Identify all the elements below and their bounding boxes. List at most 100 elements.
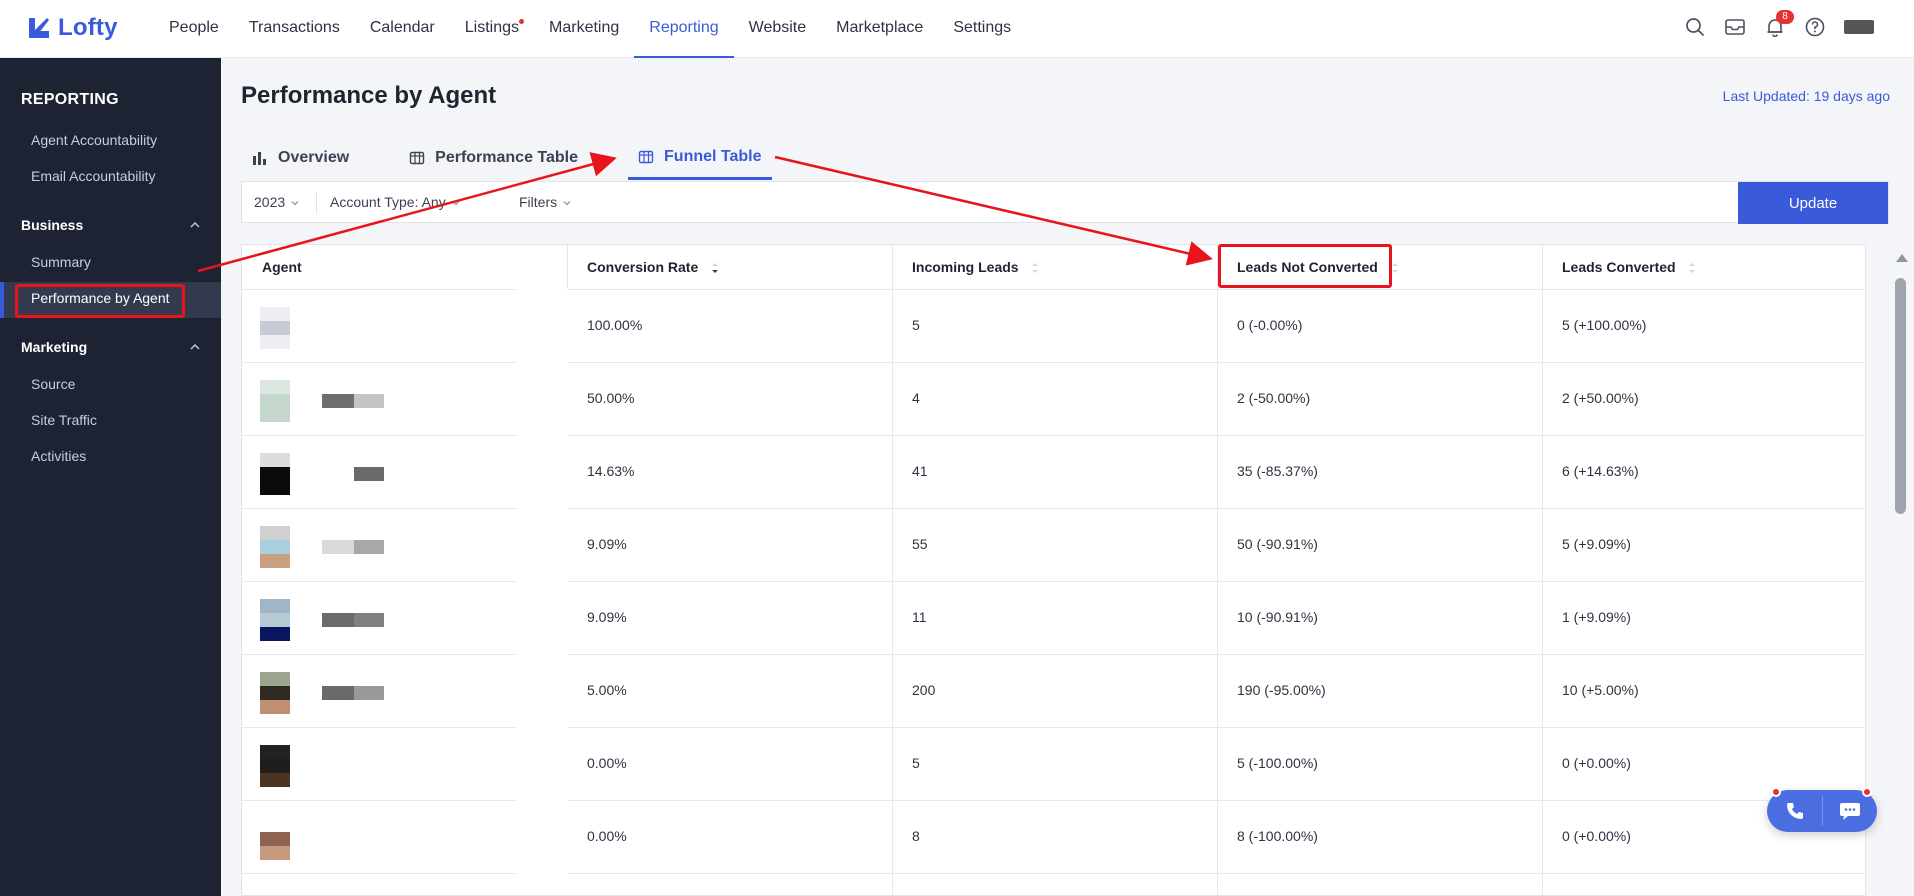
- nav-calendar[interactable]: Calendar: [355, 0, 450, 58]
- cell-incoming-leads: 4: [912, 390, 920, 406]
- phone-icon[interactable]: [1785, 801, 1805, 821]
- cell-leads-converted: 1 (+9.09%): [1562, 609, 1631, 625]
- vertical-scrollbar[interactable]: [1889, 248, 1914, 896]
- agent-avatar: [260, 307, 290, 349]
- profile-avatar[interactable]: [1844, 20, 1874, 34]
- cell-incoming-leads: 55: [912, 536, 928, 552]
- sort-icon: [1032, 263, 1039, 274]
- col-header-label: Leads Converted: [1562, 259, 1676, 275]
- tab-funnel-table[interactable]: Funnel Table: [628, 136, 772, 180]
- agent-name-redacted: [322, 613, 384, 627]
- redacted-block: [322, 613, 354, 627]
- agent-name-redacted: [322, 467, 384, 481]
- table-row[interactable]: 0.00% 8 8 (-100.00%) 0 (+0.00%): [242, 800, 1865, 874]
- col-header-incoming-leads[interactable]: Incoming Leads: [892, 245, 1040, 289]
- tab-overview[interactable]: Overview: [242, 136, 359, 180]
- cell-conversion-rate: 100.00%: [587, 317, 643, 333]
- table-row[interactable]: 50.00% 4 2 (-50.00%) 2 (+50.00%): [242, 362, 1865, 436]
- agent-avatar: [260, 672, 290, 714]
- cell-incoming-leads: 41: [912, 463, 928, 479]
- tab-label: Performance Table: [435, 149, 579, 166]
- col-header-leads-converted[interactable]: Leads Converted: [1542, 245, 1697, 289]
- sidebar-item-activities[interactable]: Activities: [31, 448, 86, 464]
- cell-leads-not-converted: 8 (-100.00%): [1237, 828, 1318, 844]
- cell-leads-not-converted: 0 (-0.00%): [1237, 317, 1303, 333]
- cell-leads-converted: 6 (+14.63%): [1562, 463, 1639, 479]
- avatar-segment: [260, 773, 290, 787]
- logo[interactable]: Lofty: [26, 14, 118, 42]
- cell-leads-not-converted: 190 (-95.00%): [1237, 682, 1326, 698]
- notification-bell-icon[interactable]: 8: [1764, 10, 1794, 38]
- avatar-segment: [260, 453, 290, 467]
- sidebar-item-email-accountability[interactable]: Email Accountability: [31, 168, 156, 184]
- page-title: Performance by Agent: [241, 82, 497, 109]
- avatar-segment: [260, 467, 290, 481]
- new-indicator-dot: [519, 19, 525, 24]
- sidebar-item-agent-accountability[interactable]: Agent Accountability: [31, 132, 157, 148]
- update-button[interactable]: Update: [1738, 182, 1888, 224]
- table-row[interactable]: 9.09% 11 10 (-90.91%) 1 (+9.09%): [242, 581, 1865, 655]
- logo-text: Lofty: [58, 14, 118, 41]
- cell-conversion-rate: 9.09%: [587, 609, 627, 625]
- redacted-block: [354, 467, 384, 481]
- annotation-highlight-box: [15, 284, 185, 318]
- cell-leads-not-converted: 2 (-50.00%): [1237, 390, 1311, 406]
- redacted-block: [322, 686, 354, 700]
- agent-name-redacted: [322, 540, 384, 554]
- sidebar-section-marketing[interactable]: Marketing: [21, 339, 201, 355]
- col-header-label: Conversion Rate: [587, 259, 699, 275]
- col-header-conversion-rate[interactable]: Conversion Rate: [567, 245, 720, 289]
- agent-name-redacted: [322, 686, 384, 700]
- avatar-segment: [260, 307, 290, 321]
- inbox-icon[interactable]: [1724, 16, 1746, 38]
- nav-website[interactable]: Website: [734, 0, 822, 58]
- nav-marketing[interactable]: Marketing: [534, 0, 634, 58]
- help-icon[interactable]: [1804, 16, 1826, 38]
- scroll-up-arrow-icon[interactable]: [1896, 254, 1908, 262]
- cell-incoming-leads: 5: [912, 317, 920, 333]
- table-row[interactable]: 0.00% 5 5 (-100.00%) 0 (+0.00%): [242, 727, 1865, 801]
- redacted-block: [354, 540, 384, 554]
- nav-marketplace[interactable]: Marketplace: [821, 0, 938, 58]
- sidebar-section-business[interactable]: Business: [21, 217, 201, 233]
- agent-avatar: [260, 380, 290, 422]
- search-icon[interactable]: [1684, 16, 1706, 38]
- tab-performance-table[interactable]: Performance Table: [399, 136, 588, 180]
- nav-transactions[interactable]: Transactions: [234, 0, 355, 58]
- avatar-segment: [260, 759, 290, 773]
- scrollbar-thumb[interactable]: [1895, 278, 1906, 514]
- nav-reporting[interactable]: Reporting: [634, 0, 734, 58]
- nav-listings[interactable]: Listings: [450, 0, 534, 58]
- year-select[interactable]: 2023: [254, 194, 299, 210]
- agent-avatar: [260, 818, 290, 860]
- account-type-select[interactable]: Account Type: Any: [330, 194, 460, 210]
- table-row[interactable]: 5.00% 200 190 (-95.00%) 10 (+5.00%): [242, 654, 1865, 728]
- divider: [316, 192, 317, 214]
- sidebar-item-summary[interactable]: Summary: [31, 254, 91, 270]
- cell-leads-not-converted: 50 (-90.91%): [1237, 536, 1318, 552]
- table-row[interactable]: 100.00% 5 0 (-0.00%) 5 (+100.00%): [242, 289, 1865, 363]
- last-updated-link[interactable]: Last Updated: 19 days ago: [1723, 88, 1890, 104]
- bar-chart-icon: [253, 152, 266, 165]
- sidebar-item-site-traffic[interactable]: Site Traffic: [31, 412, 97, 428]
- cell-leads-converted: 0 (+0.00%): [1562, 755, 1631, 771]
- annotation-highlight-box: [1218, 244, 1392, 288]
- avatar-segment: [260, 599, 290, 613]
- sidebar-active-bar: [0, 282, 4, 318]
- redacted-block: [354, 613, 384, 627]
- filters-dropdown[interactable]: Filters: [519, 194, 571, 210]
- col-header-agent[interactable]: Agent: [242, 245, 302, 289]
- cell-leads-converted: 2 (+50.00%): [1562, 390, 1639, 406]
- sort-desc-icon: [712, 263, 719, 274]
- sidebar-item-source[interactable]: Source: [31, 376, 75, 392]
- chat-icon[interactable]: [1839, 801, 1861, 821]
- agent-name-redacted: [322, 394, 384, 408]
- avatar-segment: [260, 672, 290, 686]
- cell-leads-not-converted: 5 (-100.00%): [1237, 755, 1318, 771]
- table-icon: [409, 151, 425, 165]
- table-row[interactable]: 9.09% 55 50 (-90.91%) 5 (+9.09%): [242, 508, 1865, 582]
- nav-settings[interactable]: Settings: [938, 0, 1026, 58]
- nav-people[interactable]: People: [154, 0, 234, 58]
- agent-avatar: [260, 526, 290, 568]
- table-row[interactable]: 14.63% 41 35 (-85.37%) 6 (+14.63%): [242, 435, 1865, 509]
